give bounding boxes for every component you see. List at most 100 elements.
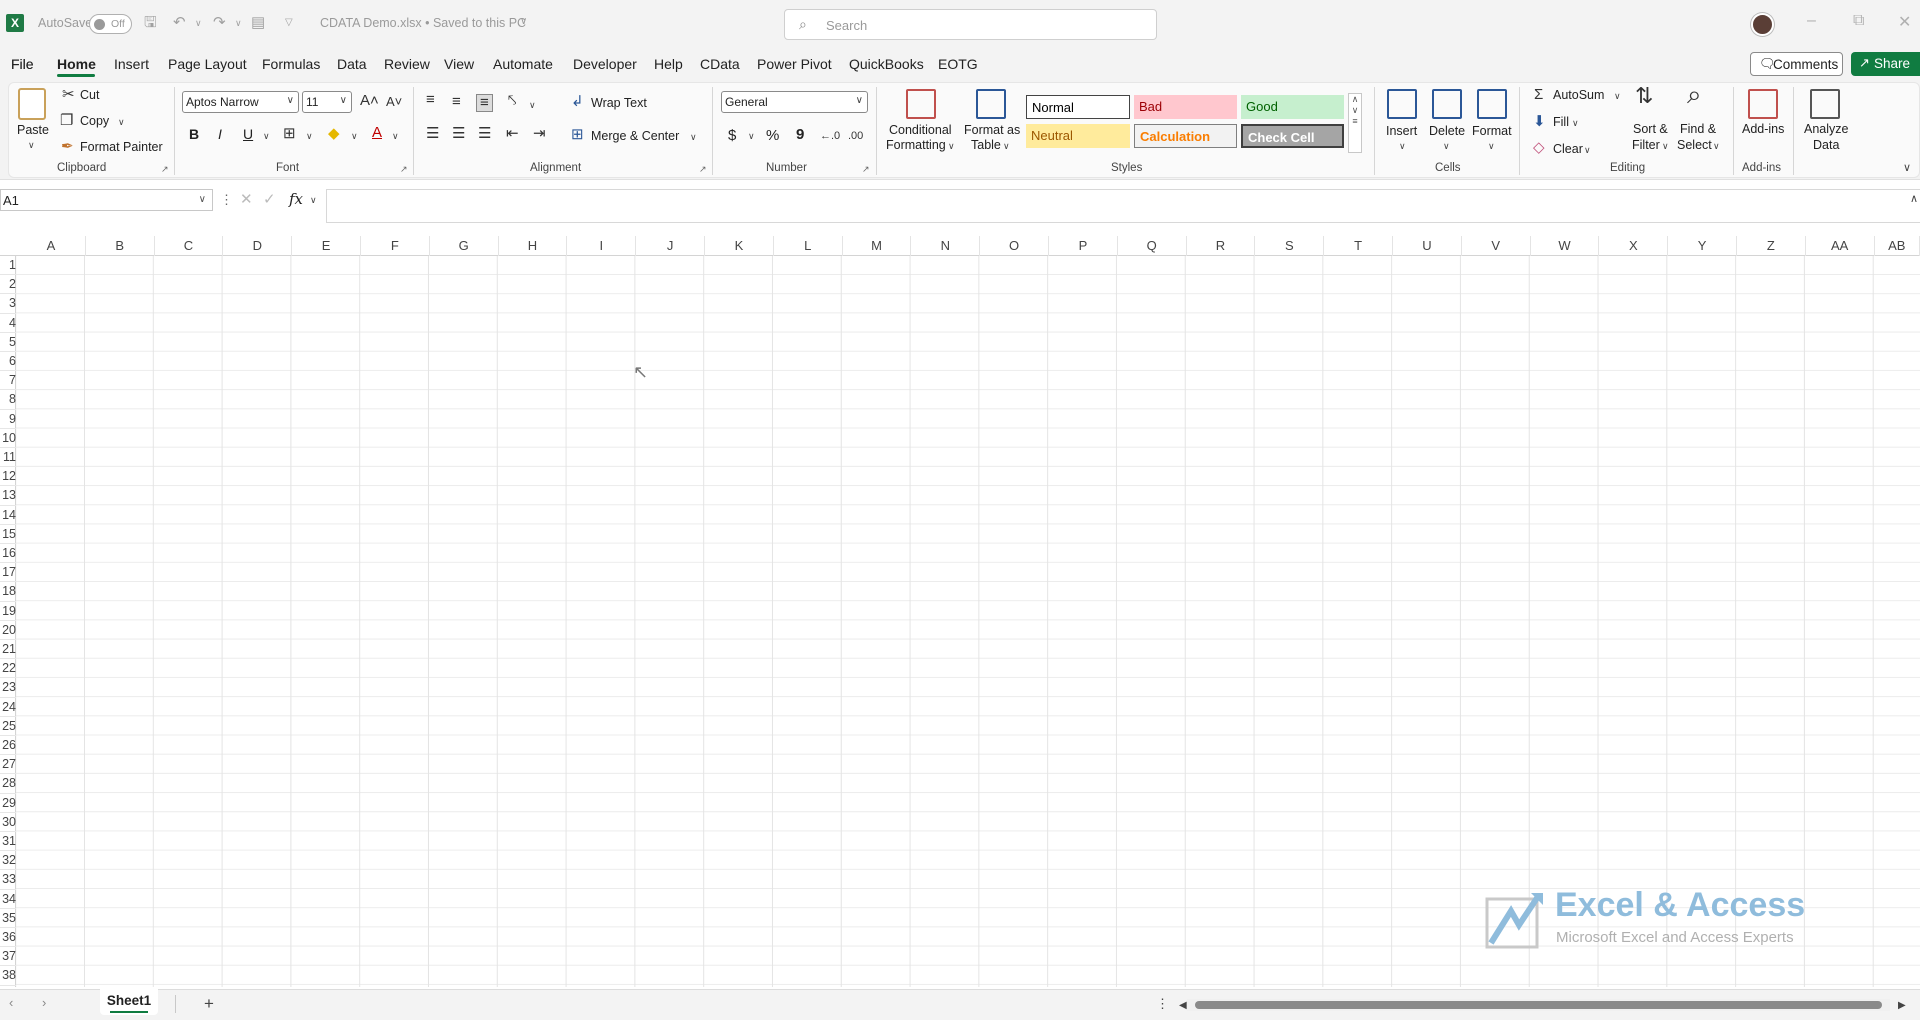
- autosum-icon[interactable]: Σ: [1534, 87, 1543, 103]
- sheet-tab-sheet1[interactable]: Sheet1: [100, 989, 158, 1015]
- row-header[interactable]: 30: [0, 813, 16, 832]
- row-header[interactable]: 22: [0, 659, 16, 679]
- format-as-table-icon[interactable]: [976, 89, 1006, 119]
- row-header[interactable]: 8: [0, 390, 16, 410]
- column-header[interactable]: M: [843, 236, 912, 256]
- undo-icon[interactable]: ↶: [173, 14, 186, 32]
- row-header[interactable]: 1: [0, 256, 16, 276]
- column-header[interactable]: C: [155, 236, 224, 256]
- row-header[interactable]: 25: [0, 717, 16, 736]
- borders-icon[interactable]: ⊞: [283, 126, 296, 142]
- style-good[interactable]: Good: [1241, 95, 1344, 119]
- minimize-icon[interactable]: –: [1807, 12, 1816, 30]
- tab-cdata[interactable]: CData: [700, 56, 740, 72]
- format-painter-icon[interactable]: ✒: [61, 139, 74, 155]
- font-color-icon[interactable]: A: [372, 125, 382, 141]
- decrease-font-icon[interactable]: A˅: [386, 94, 402, 110]
- alignment-launcher-icon[interactable]: ↗: [699, 164, 707, 175]
- column-header[interactable]: AB: [1875, 236, 1920, 256]
- insert-cells-button[interactable]: Insert: [1386, 124, 1417, 138]
- decrease-indent-icon[interactable]: ⇤: [506, 126, 519, 142]
- row-header[interactable]: 16: [0, 544, 16, 564]
- style-calculation[interactable]: Calculation: [1134, 124, 1237, 148]
- orientation-dropdown-icon[interactable]: ∨: [529, 100, 536, 111]
- column-header[interactable]: AA: [1806, 236, 1875, 256]
- tab-automate[interactable]: Automate: [493, 56, 553, 72]
- increase-font-icon[interactable]: A˄: [360, 93, 379, 109]
- column-header[interactable]: R: [1187, 236, 1256, 256]
- format-as-table-line1[interactable]: Format as: [964, 123, 1020, 137]
- save-icon[interactable]: 🖫: [144, 14, 157, 32]
- row-header[interactable]: 27: [0, 755, 16, 775]
- add-sheet-button[interactable]: +: [204, 994, 214, 1014]
- align-top-icon[interactable]: ≡: [426, 92, 435, 108]
- insert-function-button[interactable]: fx: [289, 190, 303, 208]
- column-header[interactable]: A: [17, 236, 86, 256]
- tab-data[interactable]: Data: [337, 56, 367, 72]
- row-header[interactable]: 12: [0, 467, 16, 487]
- avatar[interactable]: [1751, 13, 1774, 36]
- comma-button[interactable]: 9: [796, 126, 804, 143]
- fill-color-icon[interactable]: ◆: [328, 126, 340, 142]
- row-header[interactable]: 24: [0, 698, 16, 717]
- next-sheet-icon[interactable]: ›: [42, 995, 46, 1011]
- row-header[interactable]: 37: [0, 947, 16, 967]
- column-header[interactable]: E: [292, 236, 361, 256]
- underline-dropdown-icon[interactable]: ∨: [263, 131, 270, 142]
- borders-dropdown-icon[interactable]: ∨: [306, 131, 313, 142]
- horizontal-scrollbar[interactable]: [1187, 999, 1890, 1011]
- clear-icon[interactable]: ◇: [1533, 140, 1545, 156]
- sheet-options-icon[interactable]: ⋮: [1156, 996, 1169, 1012]
- row-header[interactable]: 17: [0, 563, 16, 583]
- analyze-data-line2[interactable]: Data: [1813, 138, 1839, 152]
- clear-dropdown-icon[interactable]: ∨: [1584, 145, 1591, 156]
- format-as-table-line2[interactable]: Table: [971, 138, 1001, 152]
- comments-button[interactable]: 🗨 Comments: [1750, 52, 1843, 76]
- row-header[interactable]: 36: [0, 928, 16, 948]
- cut-button[interactable]: Cut: [80, 88, 99, 102]
- column-header[interactable]: K: [705, 236, 774, 256]
- column-header[interactable]: X: [1599, 236, 1669, 256]
- scrollbar-thumb[interactable]: [1195, 1001, 1882, 1009]
- row-header[interactable]: 9: [0, 410, 16, 429]
- column-header[interactable]: G: [430, 236, 499, 256]
- row-header[interactable]: 31: [0, 832, 16, 852]
- tab-view[interactable]: View: [444, 56, 474, 72]
- share-button[interactable]: ↗ Share: [1851, 52, 1920, 76]
- add-ins-icon[interactable]: [1748, 89, 1778, 119]
- cancel-entry-icon[interactable]: ✕: [240, 192, 253, 208]
- column-header[interactable]: U: [1393, 236, 1462, 256]
- style-bad[interactable]: Bad: [1134, 95, 1237, 119]
- tab-file-label[interactable]: File: [11, 56, 34, 72]
- form-icon[interactable]: ▤: [251, 14, 265, 32]
- row-header[interactable]: 2: [0, 275, 16, 295]
- merge-dropdown-icon[interactable]: ∨: [690, 132, 697, 143]
- column-header[interactable]: N: [911, 236, 981, 256]
- row-header[interactable]: 35: [0, 909, 16, 928]
- redo-dropdown-icon[interactable]: ∨: [235, 14, 242, 32]
- column-header[interactable]: Q: [1118, 236, 1187, 256]
- align-center-icon[interactable]: ☰: [452, 126, 465, 142]
- ribbon-collapse-icon[interactable]: ∨: [1903, 161, 1911, 174]
- currency-dropdown-icon[interactable]: ∨: [748, 131, 755, 142]
- row-header[interactable]: 32: [0, 851, 16, 871]
- row-header[interactable]: 20: [0, 621, 16, 640]
- column-header[interactable]: I: [567, 236, 637, 256]
- copy-icon[interactable]: ❐: [60, 113, 73, 129]
- autosave-toggle[interactable]: Off: [89, 14, 132, 34]
- row-header[interactable]: 6: [0, 352, 16, 372]
- scroll-right-icon[interactable]: ▶: [1898, 998, 1906, 1014]
- merge-center-button[interactable]: Merge & Center: [591, 129, 679, 143]
- bold-button[interactable]: B: [189, 126, 199, 142]
- row-header[interactable]: 26: [0, 736, 16, 756]
- row-header[interactable]: 23: [0, 678, 16, 698]
- row-header[interactable]: 3: [0, 294, 16, 314]
- add-ins-button[interactable]: Add-ins: [1742, 122, 1784, 136]
- format-cells-icon[interactable]: [1477, 89, 1507, 119]
- sort-filter-line1[interactable]: Sort &: [1633, 122, 1668, 136]
- tab-developer[interactable]: Developer: [573, 56, 637, 72]
- tab-home[interactable]: Home: [57, 56, 96, 72]
- increase-indent-icon[interactable]: ⇥: [533, 126, 546, 142]
- wrap-text-button[interactable]: Wrap Text: [591, 96, 647, 110]
- analyze-data-icon[interactable]: [1810, 89, 1840, 119]
